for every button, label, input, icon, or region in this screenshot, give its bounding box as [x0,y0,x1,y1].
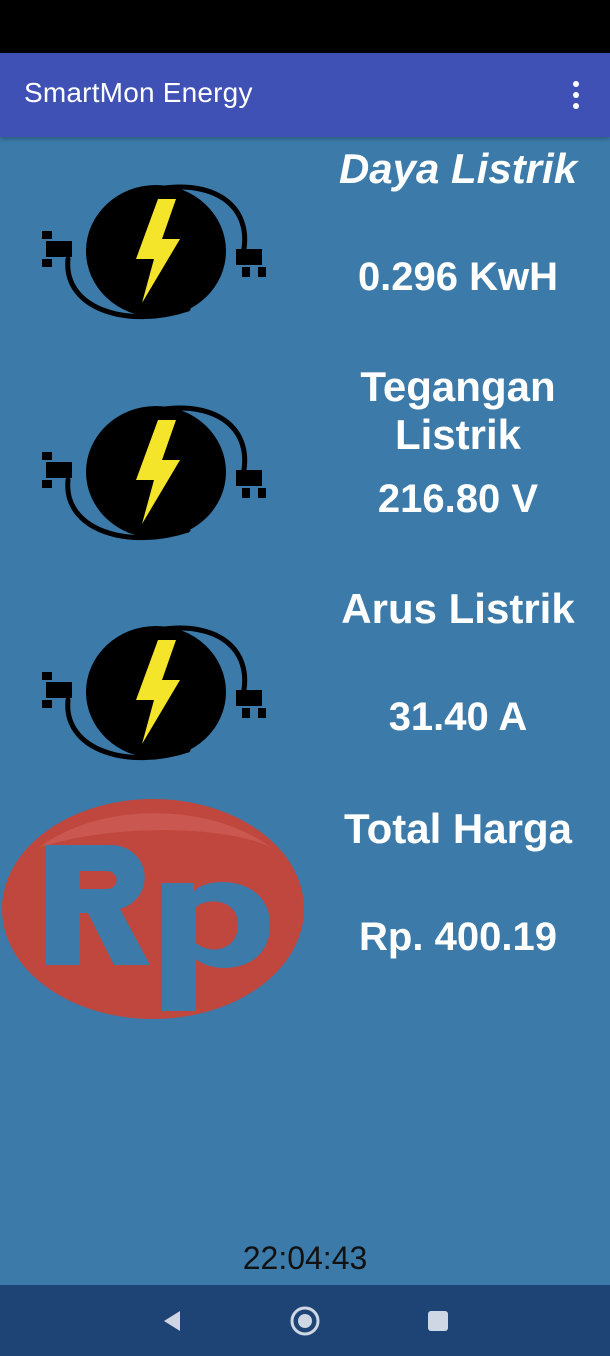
electric-plug-icon [42,405,266,541]
app-bar: SmartMon Energy [0,53,610,137]
metric-label-tegangan-listrik: Tegangan Listrik [360,363,556,458]
status-bar [0,0,610,53]
app-title: SmartMon Energy [24,77,253,108]
metric-label-daya-listrik: Daya Listrik [338,145,578,192]
metric-label-total-harga: Total Harga [344,805,572,852]
electric-plug-icon [42,184,266,320]
navigation-bar [0,1285,610,1356]
metric-value-daya-listrik: 0.296 KwH [357,255,559,299]
rupiah-icon [2,799,304,1019]
electric-plug-icon [42,625,266,761]
metric-value-tegangan-listrik: 216.80 V [377,477,539,521]
metric-value-arus-listrik: 31.40 A [388,695,528,739]
metric-value-total-harga: Rp. 400.19 [359,915,557,959]
home-icon[interactable] [283,1299,327,1343]
back-icon[interactable] [150,1299,194,1343]
more-vert-icon[interactable] [558,75,594,115]
clock-text: 22:04:43 [242,1240,368,1276]
metrics-panel: Daya Listrik 0.296 KwH Tegangan Listrik … [0,137,610,1285]
recents-icon[interactable] [416,1299,460,1343]
metric-label-arus-listrik: Arus Listrik [341,585,575,632]
